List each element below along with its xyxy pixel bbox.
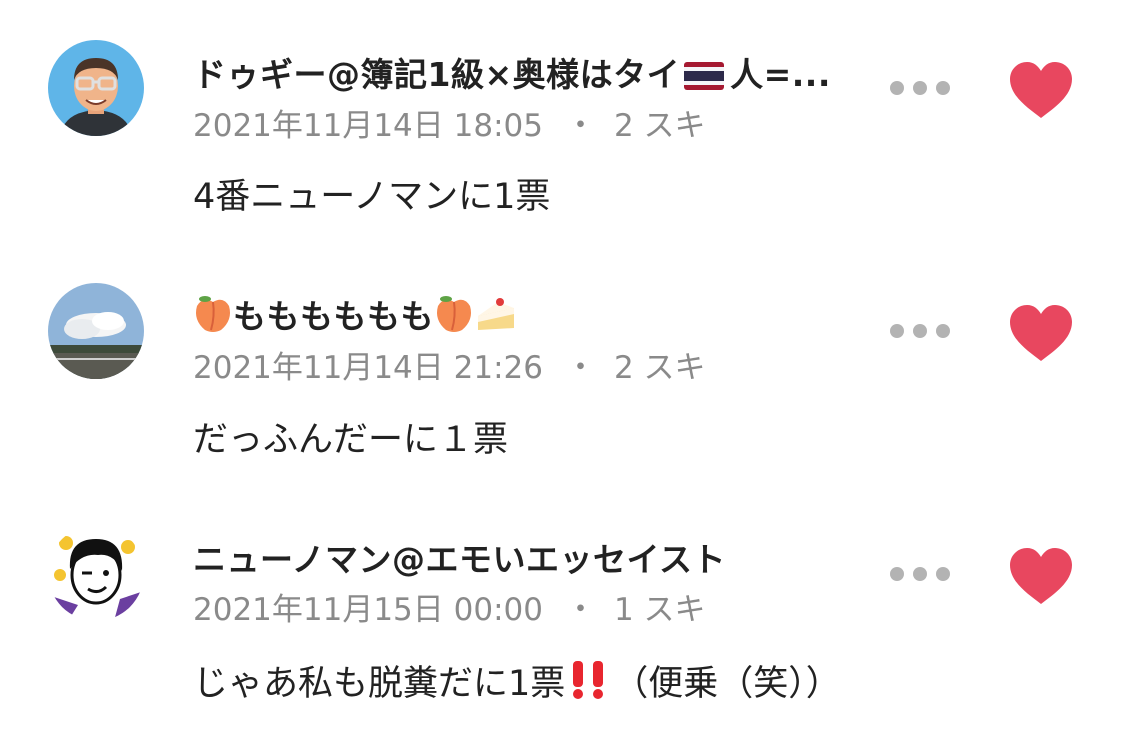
comment-body-text-suffix: （便乗（笑）） xyxy=(613,664,841,704)
more-dot xyxy=(936,324,950,338)
username[interactable]: ドゥギー@簿記1級×奥様はタイ 人=... xyxy=(193,48,831,98)
avatar[interactable] xyxy=(48,525,144,621)
meta-separator: ・ xyxy=(564,108,596,144)
heart-icon xyxy=(1010,62,1072,118)
comment-body-text: じゃあ私も脱糞だに1票 xyxy=(193,664,566,704)
avatar[interactable] xyxy=(48,40,144,136)
like-heart-button[interactable] xyxy=(1008,546,1074,606)
username-text: ニューノマン@エモいエッセイスト xyxy=(193,540,727,579)
double-exclamation-icon xyxy=(567,659,611,708)
more-dot xyxy=(890,81,904,95)
meta-separator: ・ xyxy=(564,592,596,628)
comment-body: 4番ニューノマンに1票 xyxy=(193,177,551,217)
heart-icon xyxy=(1010,305,1072,361)
username-text-suffix: 人=... xyxy=(730,55,831,94)
more-dot xyxy=(913,324,927,338)
peach-icon xyxy=(434,294,474,342)
thai-flag-icon xyxy=(684,59,725,98)
more-dot xyxy=(936,81,950,95)
peach-icon xyxy=(193,294,233,342)
more-dot xyxy=(913,567,927,581)
more-options-button[interactable] xyxy=(890,316,950,346)
like-count[interactable]: 2 スキ xyxy=(614,108,706,144)
username[interactable]: ニューノマン@エモいエッセイスト xyxy=(193,533,726,581)
comment-meta: 2021年11月15日 00:00 ・ 1 スキ xyxy=(193,584,706,629)
timestamp: 2021年11月14日 21:26 xyxy=(193,350,543,386)
username-text: もももももも xyxy=(233,297,434,336)
heart-icon xyxy=(1010,548,1072,604)
more-dot xyxy=(936,567,950,581)
timestamp: 2021年11月15日 00:00 xyxy=(193,592,543,628)
avatar[interactable] xyxy=(48,283,144,379)
more-options-button[interactable] xyxy=(890,559,950,589)
like-count[interactable]: 1 スキ xyxy=(614,592,706,628)
comment-body: だっふんだーに１票 xyxy=(193,420,509,460)
username[interactable]: もももももも xyxy=(193,290,518,342)
like-count[interactable]: 2 スキ xyxy=(614,350,706,386)
comment-meta: 2021年11月14日 21:26 ・ 2 スキ xyxy=(193,342,706,387)
like-heart-button[interactable] xyxy=(1008,60,1074,120)
username-text: ドゥギー@簿記1級×奥様はタイ xyxy=(193,55,681,94)
timestamp: 2021年11月14日 18:05 xyxy=(193,108,543,144)
more-dot xyxy=(890,567,904,581)
like-heart-button[interactable] xyxy=(1008,303,1074,363)
more-dot xyxy=(913,81,927,95)
more-options-button[interactable] xyxy=(890,73,950,103)
comment-meta: 2021年11月14日 18:05 ・ 2 スキ xyxy=(193,100,706,145)
more-dot xyxy=(890,324,904,338)
meta-separator: ・ xyxy=(564,350,596,386)
cake-icon xyxy=(474,294,518,342)
comment-body: じゃあ私も脱糞だに1票 （便乗（笑）） xyxy=(193,655,841,708)
